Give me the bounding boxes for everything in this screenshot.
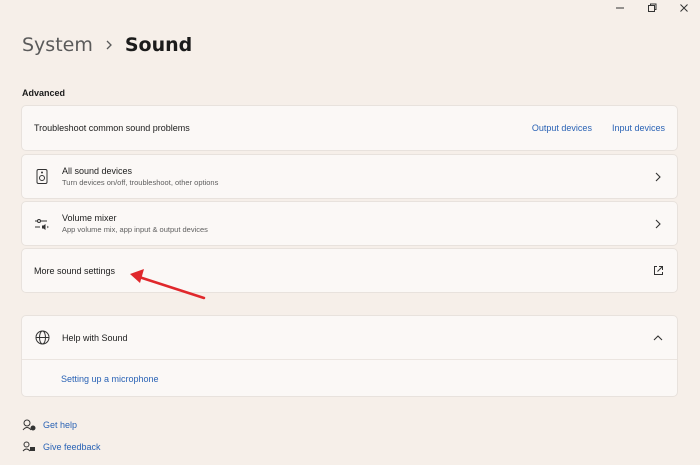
give-feedback-link[interactable]: Give feedback <box>22 440 101 454</box>
chevron-right-icon <box>105 40 113 50</box>
breadcrumb-system[interactable]: System <box>22 34 93 56</box>
chevron-up-icon <box>651 331 665 345</box>
close-icon <box>680 4 688 12</box>
get-help-link[interactable]: Get help <box>22 418 77 432</box>
all-sound-devices-title: All sound devices <box>62 166 133 176</box>
troubleshoot-title: Troubleshoot common sound problems <box>34 123 190 133</box>
all-sound-devices-subtitle: Turn devices on/off, troubleshoot, other… <box>62 178 219 187</box>
breadcrumb: System Sound <box>22 34 192 56</box>
minimize-button[interactable] <box>604 0 636 16</box>
maximize-button[interactable] <box>636 0 668 16</box>
setting-up-microphone-link[interactable]: Setting up a microphone <box>61 374 159 384</box>
help-title: Help with Sound <box>62 332 128 343</box>
window-controls <box>604 0 700 16</box>
give-feedback-label: Give feedback <box>43 442 101 452</box>
volume-mixer-subtitle: App volume mix, app input & output devic… <box>62 225 208 234</box>
more-sound-settings-row[interactable]: More sound settings <box>21 248 678 293</box>
feedback-icon <box>22 440 36 454</box>
input-devices-link[interactable]: Input devices <box>612 123 665 133</box>
output-devices-link[interactable]: Output devices <box>532 123 592 133</box>
get-help-label: Get help <box>43 420 78 430</box>
chevron-right-icon <box>651 170 665 184</box>
speaker-icon <box>34 169 50 185</box>
minimize-icon <box>616 7 624 9</box>
external-link-icon <box>651 264 665 278</box>
volume-mixer-row[interactable]: Volume mixer App volume mix, app input &… <box>21 201 678 246</box>
chevron-right-icon <box>651 217 665 231</box>
troubleshoot-card: Troubleshoot common sound problems Outpu… <box>21 105 678 151</box>
restore-icon <box>648 3 657 12</box>
help-card: Help with Sound Setting up a microphone <box>21 315 678 397</box>
page-title: Sound <box>124 34 193 56</box>
close-button[interactable] <box>668 0 700 16</box>
all-sound-devices-row[interactable]: All sound devices Turn devices on/off, t… <box>21 154 678 199</box>
more-sound-settings-title: More sound settings <box>34 265 116 276</box>
help-person-icon <box>22 418 36 432</box>
globe-icon <box>34 330 50 346</box>
help-header[interactable]: Help with Sound <box>22 316 677 360</box>
annotation-arrow <box>130 269 206 300</box>
volume-mixer-title: Volume mixer <box>62 213 117 223</box>
mixer-icon <box>34 216 50 232</box>
section-label-advanced: Advanced <box>22 88 66 98</box>
